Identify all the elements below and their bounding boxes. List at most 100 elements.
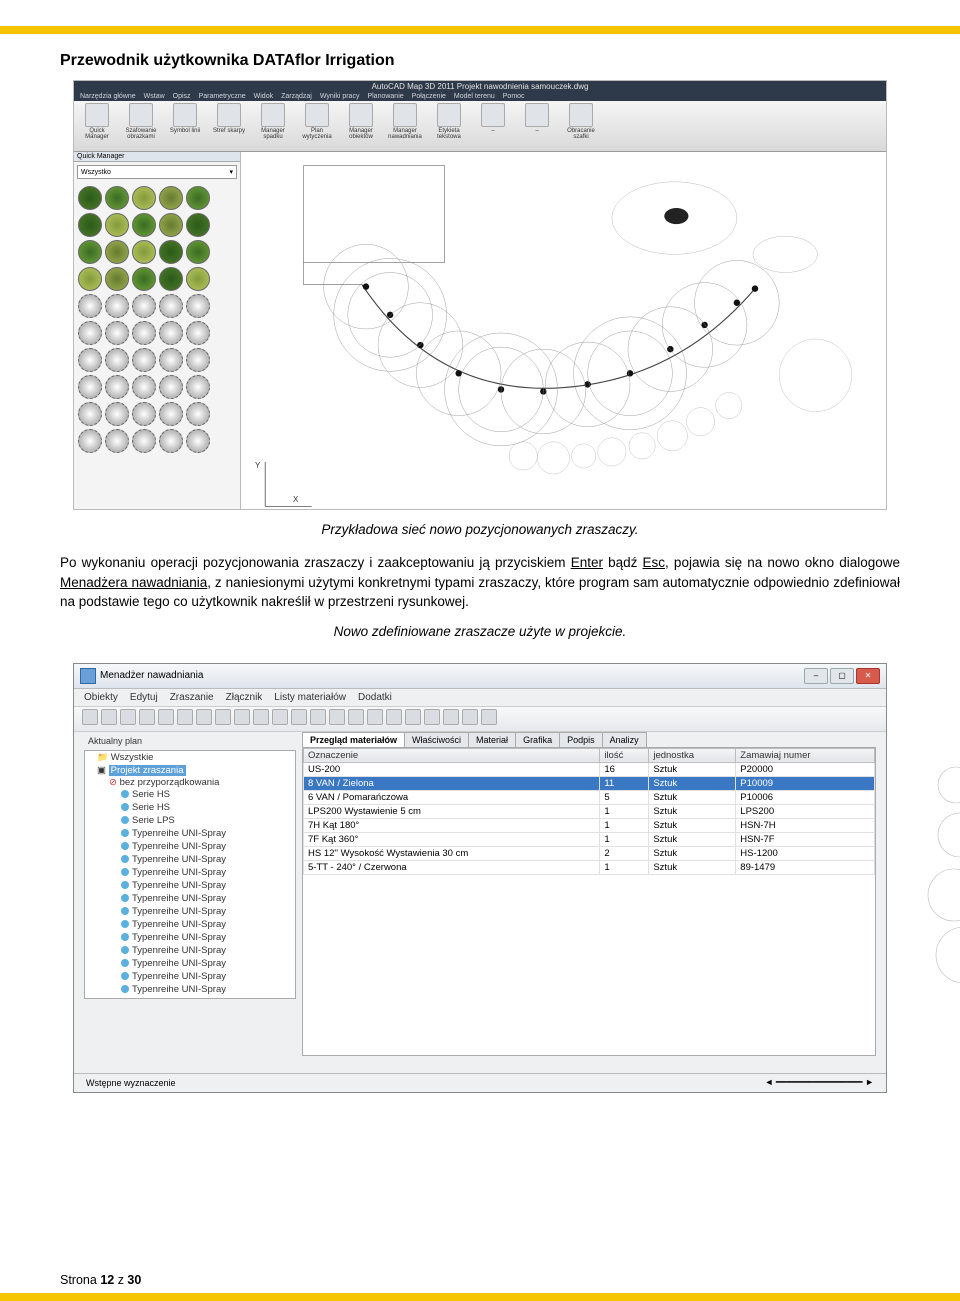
- menu-item[interactable]: Planowanie: [367, 93, 403, 100]
- ribbon-button[interactable]: Symbol linii: [168, 103, 202, 149]
- symbol-swatch[interactable]: [132, 240, 156, 264]
- symbol-swatch[interactable]: [105, 294, 129, 318]
- detail-tab[interactable]: Przegląd materiałów: [302, 732, 405, 747]
- symbol-swatch[interactable]: [78, 240, 102, 264]
- detail-tab[interactable]: Grafika: [515, 732, 560, 747]
- ribbon-button[interactable]: Manager nawadniania: [388, 103, 422, 149]
- maximize-button[interactable]: ▢: [830, 668, 854, 684]
- symbol-swatch[interactable]: [159, 348, 183, 372]
- toolbar-icon[interactable]: [443, 709, 459, 725]
- tree-item[interactable]: Serie HS: [121, 788, 295, 801]
- symbol-swatch[interactable]: [78, 294, 102, 318]
- close-button[interactable]: ✕: [856, 668, 880, 684]
- symbol-swatch[interactable]: [132, 348, 156, 372]
- project-tree[interactable]: Wszystkie ▣ Projekt zraszania ⊘ bez przy…: [84, 750, 296, 999]
- symbol-swatch[interactable]: [159, 429, 183, 453]
- toolbar-icon[interactable]: [481, 709, 497, 725]
- dialog-titlebar[interactable]: Menadżer nawadniania – ▢ ✕: [74, 664, 886, 689]
- grid-row[interactable]: 6 VAN / Pomarańczowa5SztukP10006: [304, 790, 875, 804]
- symbol-swatch[interactable]: [186, 375, 210, 399]
- symbol-swatch[interactable]: [105, 186, 129, 210]
- symbol-swatch[interactable]: [105, 348, 129, 372]
- dialog-menu-item[interactable]: Listy materiałów: [274, 692, 346, 703]
- symbol-swatch[interactable]: [78, 375, 102, 399]
- toolbar-icon[interactable]: [310, 709, 326, 725]
- toolbar-icon[interactable]: [215, 709, 231, 725]
- detail-tab[interactable]: Właściwości: [404, 732, 469, 747]
- tree-item[interactable]: Serie HS: [121, 801, 295, 814]
- symbol-swatch[interactable]: [105, 402, 129, 426]
- menu-item[interactable]: Zarządzaj: [281, 93, 312, 100]
- ribbon-button[interactable]: Quick Manager: [80, 103, 114, 149]
- ribbon-button[interactable]: Stref skarpy: [212, 103, 246, 149]
- toolbar-icon[interactable]: [405, 709, 421, 725]
- symbol-swatch[interactable]: [132, 267, 156, 291]
- symbol-swatch[interactable]: [186, 213, 210, 237]
- symbol-swatch[interactable]: [105, 375, 129, 399]
- symbol-swatch[interactable]: [186, 186, 210, 210]
- detail-tab[interactable]: Analizy: [602, 732, 647, 747]
- symbol-swatch[interactable]: [159, 402, 183, 426]
- grid-row[interactable]: 7H Kąt 180°1SztukHSN-7H: [304, 818, 875, 832]
- category-dropdown[interactable]: Wszystko▾: [77, 165, 237, 179]
- detail-tab[interactable]: Podpis: [559, 732, 603, 747]
- detail-tab[interactable]: Materiał: [468, 732, 516, 747]
- toolbar-icon[interactable]: [272, 709, 288, 725]
- grid-header[interactable]: Oznaczenie: [304, 748, 600, 762]
- ribbon-button[interactable]: –: [520, 103, 554, 149]
- symbol-swatch[interactable]: [186, 402, 210, 426]
- tree-item[interactable]: Typenreihe UNI-Spray: [121, 957, 295, 970]
- grid-row[interactable]: HS 12'' Wysokość Wystawienia 30 cm2Sztuk…: [304, 846, 875, 860]
- ribbon-button[interactable]: Plan wytyczenia: [300, 103, 334, 149]
- symbol-swatch[interactable]: [159, 213, 183, 237]
- materials-grid[interactable]: OznaczenieilośćjednostkaZamawiaj numer U…: [302, 747, 876, 1056]
- symbol-palette[interactable]: [74, 182, 240, 457]
- toolbar-icon[interactable]: [329, 709, 345, 725]
- symbol-swatch[interactable]: [159, 321, 183, 345]
- dialog-menu-item[interactable]: Złącznik: [226, 692, 263, 703]
- toolbar-icon[interactable]: [348, 709, 364, 725]
- symbol-swatch[interactable]: [132, 321, 156, 345]
- symbol-swatch[interactable]: [186, 267, 210, 291]
- tree-item[interactable]: Typenreihe UNI-Spray: [121, 827, 295, 840]
- toolbar-icon[interactable]: [253, 709, 269, 725]
- tree-item[interactable]: Typenreihe UNI-Spray: [121, 879, 295, 892]
- symbol-swatch[interactable]: [78, 321, 102, 345]
- symbol-swatch[interactable]: [78, 267, 102, 291]
- grid-header[interactable]: jednostka: [649, 748, 736, 762]
- tree-item[interactable]: Serie LPS: [121, 814, 295, 827]
- grid-header[interactable]: Zamawiaj numer: [736, 748, 875, 762]
- grid-header[interactable]: ilość: [600, 748, 649, 762]
- grid-row[interactable]: US-20016SztukP20000: [304, 762, 875, 776]
- symbol-swatch[interactable]: [186, 321, 210, 345]
- tree-item[interactable]: Typenreihe UNI-Spray: [121, 918, 295, 931]
- tree-item[interactable]: Typenreihe UNI-Spray: [121, 944, 295, 957]
- symbol-swatch[interactable]: [186, 348, 210, 372]
- symbol-swatch[interactable]: [78, 402, 102, 426]
- scroll-track[interactable]: ◄ ━━━━━━━━━━━━━━━━ ►: [764, 1077, 874, 1088]
- toolbar-icon[interactable]: [177, 709, 193, 725]
- toolbar-icon[interactable]: [158, 709, 174, 725]
- symbol-swatch[interactable]: [105, 240, 129, 264]
- dialog-menu-item[interactable]: Obiekty: [84, 692, 118, 703]
- menu-item[interactable]: Model terenu: [454, 93, 495, 100]
- ribbon-button[interactable]: Manager spadku: [256, 103, 290, 149]
- tree-item[interactable]: Typenreihe UNI-Spray: [121, 853, 295, 866]
- symbol-swatch[interactable]: [159, 375, 183, 399]
- symbol-swatch[interactable]: [186, 429, 210, 453]
- symbol-swatch[interactable]: [132, 402, 156, 426]
- tree-item[interactable]: Typenreihe UNI-Spray: [121, 970, 295, 983]
- ribbon-button[interactable]: Szafowanie obrazkami: [124, 103, 158, 149]
- menu-item[interactable]: Pomoc: [503, 93, 525, 100]
- grid-row[interactable]: 7F Kąt 360°1SztukHSN-7F: [304, 832, 875, 846]
- symbol-swatch[interactable]: [132, 186, 156, 210]
- toolbar-icon[interactable]: [120, 709, 136, 725]
- drawing-canvas[interactable]: Y X: [241, 152, 886, 510]
- ribbon-button[interactable]: Obracanie szafki: [564, 103, 598, 149]
- toolbar-icon[interactable]: [291, 709, 307, 725]
- menu-item[interactable]: Narzędzia główne: [80, 93, 136, 100]
- toolbar-icon[interactable]: [196, 709, 212, 725]
- symbol-swatch[interactable]: [105, 267, 129, 291]
- symbol-swatch[interactable]: [186, 294, 210, 318]
- symbol-swatch[interactable]: [105, 213, 129, 237]
